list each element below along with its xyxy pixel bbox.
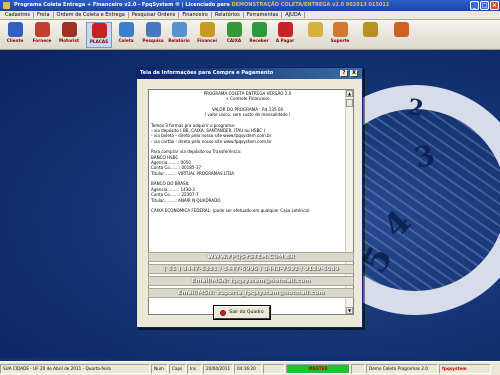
window-title: Programa Coleta Entrega + Financeiro v2.… <box>14 2 232 8</box>
tools-icon <box>362 22 378 37</box>
phones-label: ( 61 ) 3447-6881 / 3447-6995 / 3443-7592… <box>148 264 354 274</box>
info-dialog: Tela de Informações para Compra e Pagame… <box>136 67 363 328</box>
toolbar-label: Motorist <box>59 38 79 43</box>
toolbar-label: Suporte <box>330 38 350 43</box>
toolbar-label: Financei <box>197 38 217 43</box>
help-button[interactable]: ? <box>340 70 348 77</box>
toolbar-label: Coleta <box>118 38 134 43</box>
status-master-badge: MASTER <box>286 363 350 374</box>
minimize-button[interactable]: _ <box>470 1 479 10</box>
toolbar-button-collect[interactable]: Coleta <box>113 22 139 48</box>
info-text-content: PROGRAMA COLETA ENTREGA VERSÃO 2.0 + Cont… <box>151 91 344 213</box>
info-line: CAIXA ECONOMICA FEDERAL: (pode ser efetu… <box>151 207 310 213</box>
report-icon <box>171 22 187 37</box>
exit-door-icon <box>393 22 409 37</box>
scroll-down-button[interactable]: ▼ <box>346 307 353 314</box>
toolbar-label: CAIXA <box>226 38 242 43</box>
driver-icon <box>61 22 77 37</box>
close-window-button[interactable]: × <box>490 1 499 10</box>
status-empty <box>351 363 365 374</box>
supplier-icon <box>34 22 50 37</box>
website-label: WWW.FPQSYSTEM.COM.BR <box>148 252 354 262</box>
toolbar-label: A Pagar <box>275 38 295 43</box>
close-dialog-button[interactable]: X <box>350 70 358 77</box>
toolbar-button-tools[interactable] <box>357 22 383 48</box>
client-icon <box>7 22 23 37</box>
status-edition: Demo Coleta Programas 2.0 <box>366 363 438 374</box>
menu-item[interactable]: Ordem de Coleta e Entrega <box>54 12 129 18</box>
toolbar-label: PLACAS <box>89 39 109 44</box>
scroll-up-button[interactable]: ▲ <box>346 90 353 97</box>
search-icon <box>145 22 161 37</box>
finance-icon <box>199 22 215 37</box>
pay-icon <box>277 22 293 37</box>
toolbar-button-cash[interactable]: CAIXA <box>221 22 247 48</box>
status-time: 04:16:20 <box>234 363 262 374</box>
status-city-date: SUA CIDADE - UF 20 de Abril de 2011 - Qu… <box>0 363 150 374</box>
dialog-title-bar: Tela de Informações para Compra e Pagame… <box>137 68 362 79</box>
support-icon <box>332 22 348 37</box>
toolbar-button-exit-door[interactable] <box>388 22 414 48</box>
toolbar-label: Relatório <box>168 38 190 43</box>
status-caps: Caps <box>169 363 186 374</box>
status-empty <box>263 363 285 374</box>
toolbar-button-calculator[interactable] <box>302 22 328 48</box>
menu-item[interactable]: Frota <box>34 12 54 18</box>
toolbar-button-supplier[interactable]: Fornece <box>29 22 55 48</box>
exit-icon <box>220 309 227 316</box>
toolbar-button-driver[interactable]: Motorist <box>56 22 82 48</box>
collect-icon <box>118 22 134 37</box>
status-num: Num <box>151 363 168 374</box>
menu-item[interactable]: Ferramentas <box>244 12 283 18</box>
toolbar-button-support[interactable]: Suporte <box>327 22 353 48</box>
toolbar-button-search[interactable]: Pesquisa <box>140 22 166 48</box>
window-title-bar: Programa Coleta Entrega + Financeiro v2.… <box>0 0 500 11</box>
menu-item[interactable]: Relatórios <box>212 12 244 18</box>
menu-item[interactable]: Pesquisar Ordens <box>129 12 180 18</box>
maximize-button[interactable]: □ <box>480 1 489 10</box>
toolbar-label: Cliente <box>6 38 24 43</box>
truck-icon <box>91 23 107 38</box>
toolbar-button-client[interactable]: Cliente <box>2 22 28 48</box>
status-date: 20/04/2011 <box>203 363 233 374</box>
status-brand: fpqsystem <box>439 363 491 374</box>
toolbar-label: Fornece <box>32 38 52 43</box>
toolbar-button-pay[interactable]: A Pagar <box>272 22 298 48</box>
menu-item[interactable]: AJUDA <box>282 12 306 18</box>
receive-icon <box>251 22 267 37</box>
toolbar-button-truck[interactable]: PLACAS <box>86 22 112 48</box>
toolbar-label: Receber <box>249 38 269 43</box>
cash-icon <box>226 22 242 37</box>
toolbar-button-finance[interactable]: Financei <box>194 22 220 48</box>
toolbar-button-report[interactable]: Relatório <box>166 22 192 48</box>
toolbar-button-receive[interactable]: Receber <box>246 22 272 48</box>
license-text: DEMONSTRAÇÃO COLETA/ENTREGA v2.0 902013 … <box>231 2 390 8</box>
status-bar: SUA CIDADE - UF 20 de Abril de 2011 - Qu… <box>0 361 500 375</box>
status-ins: Ins <box>187 363 202 374</box>
menu-item[interactable]: Cadastros <box>2 12 34 18</box>
toolbar-label: Pesquisa <box>142 38 164 43</box>
exit-button-label: Sair do Quadro <box>229 310 264 315</box>
email-label: Email/MSN: fpqsystem@hotmail.com <box>148 276 354 286</box>
scroll-thumb[interactable] <box>346 99 353 107</box>
dialog-title: Tela de Informações para Compra e Pagame… <box>140 70 274 76</box>
calculator-icon <box>307 22 323 37</box>
menu-item[interactable]: Financeiro <box>179 12 212 18</box>
support-email-label: Email/MSN: suporte_fpqsystem@hotmail.com <box>148 288 354 298</box>
app-icon <box>3 2 10 9</box>
toolbar: Cliente Fornece Motorist PLACAS Coleta Pesqui… <box>0 20 500 50</box>
menu-bar: Cadastros Frota Ordem de Coleta e Entrega P… <box>0 11 500 20</box>
exit-dialog-button[interactable]: Sair do Quadro <box>213 305 271 320</box>
